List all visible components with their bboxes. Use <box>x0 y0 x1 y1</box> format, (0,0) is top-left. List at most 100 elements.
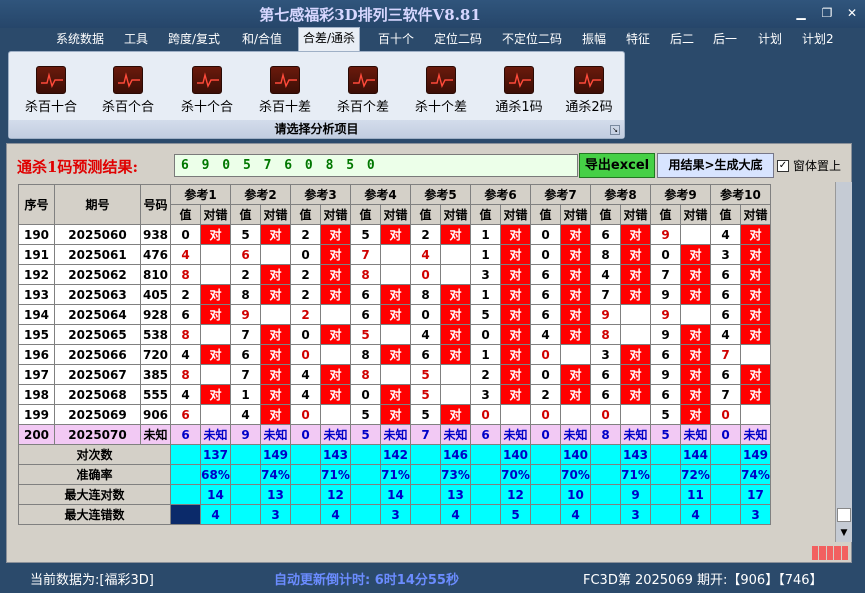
prediction-result-field[interactable]: 6 9 0 5 7 6 0 8 5 0 <box>174 154 578 177</box>
ref-value: 0 <box>290 324 321 345</box>
hit-cell: 对 <box>560 264 591 285</box>
table-row[interactable]: 195 2025065 538 8 7 对 0 对 5 4 对 0 对 4 对 8 9 对 4 对 <box>18 324 771 345</box>
menu-item-10[interactable]: 特征 <box>626 29 650 49</box>
row-number: 405 <box>140 284 171 305</box>
menu-item-2[interactable]: 工具 <box>124 29 148 49</box>
table-row[interactable]: 191 2025061 476 4 6 0 对 7 4 1 对 0 对 8 对 0 对 3 对 <box>18 244 771 265</box>
row-issue: 2025061 <box>54 244 141 265</box>
menu-item-14[interactable]: 计划2 <box>802 29 834 49</box>
ref-value: 5 <box>410 364 441 385</box>
ref-value: 0 <box>650 244 681 265</box>
ribbon-button-4[interactable]: 杀百十差 <box>253 66 317 115</box>
summary-value: 70% <box>560 464 591 485</box>
future-row[interactable]: 200 2025070 未知 6 未知 9 未知 0 未知 5 未知 7 未知 6 未知 0 未知 8 未知 5 未知 0… <box>18 424 771 445</box>
ribbon-button-5[interactable]: 杀百个差 <box>331 66 395 115</box>
ribbon-button-8[interactable]: 通杀2码 <box>557 66 621 115</box>
menu-item-5[interactable]: 合差/通杀 <box>298 27 361 51</box>
ref-value: 6 <box>230 344 261 365</box>
vertical-scrollbar[interactable]: ▼ <box>835 182 852 542</box>
ribbon-button-7[interactable]: 通杀1码 <box>487 66 551 115</box>
ref-value: 6 <box>170 404 201 425</box>
summary-spacer <box>710 444 741 465</box>
ribbon-button-6[interactable]: 杀十个差 <box>409 66 473 115</box>
summary-value: 5 <box>500 504 531 525</box>
summary-spacer <box>590 444 621 465</box>
menu-item-7[interactable]: 定位二码 <box>434 29 482 49</box>
menu-item-11[interactable]: 后二 <box>670 29 694 49</box>
hit-cell: 对 <box>440 324 471 345</box>
export-excel-button[interactable]: 导出excel <box>579 153 655 178</box>
ribbon-button-3[interactable]: 杀十个合 <box>175 66 239 115</box>
dialog-launcher-icon[interactable]: ↘ <box>610 125 620 135</box>
ref-value: 0 <box>710 404 741 425</box>
scroll-down-icon[interactable]: ▼ <box>837 526 851 540</box>
summary-spacer <box>710 484 741 505</box>
header-value: 值 <box>530 204 561 225</box>
generate-base-button[interactable]: 用结果>生成大底 <box>657 153 774 178</box>
table-row[interactable]: 199 2025069 906 6 4 对 0 5 对 5 对 0 0 0 5 对 0 <box>18 404 771 425</box>
miss-cell <box>200 404 231 425</box>
summary-spacer <box>710 504 741 525</box>
ribbon-button-1[interactable]: 杀百十合 <box>19 66 83 115</box>
header-number: 号码 <box>140 184 171 225</box>
ref-value: 8 <box>350 364 381 385</box>
table-row[interactable]: 198 2025068 555 4 对 1 对 4 对 0 对 5 3 对 2 对 6 对 6 对 7 对 <box>18 384 771 405</box>
summary-spacer <box>650 484 681 505</box>
table-row[interactable]: 196 2025066 720 4 对 6 对 0 8 对 6 对 1 对 0 3 对 6 对 7 <box>18 344 771 365</box>
row-issue: 2025068 <box>54 384 141 405</box>
hit-cell: 对 <box>500 344 531 365</box>
row-index: 190 <box>18 224 55 245</box>
table-row[interactable]: 190 2025060 938 0 对 5 对 2 对 5 对 2 对 1 对 0 对 6 对 9 4 对 <box>18 224 771 245</box>
row-issue: 2025062 <box>54 264 141 285</box>
hit-cell: 对 <box>680 364 711 385</box>
header-ref-6: 参考6 <box>470 184 531 205</box>
ribbon-button-label: 杀百十合 <box>24 100 77 115</box>
hit-cell: 对 <box>740 264 771 285</box>
table-row[interactable]: 193 2025063 405 2 对 8 对 2 对 6 对 8 对 1 对 6 对 7 对 9 对 6 对 <box>18 284 771 305</box>
hit-cell: 对 <box>260 264 291 285</box>
ref-value: 0 <box>470 324 501 345</box>
header-result: 对错 <box>620 204 651 225</box>
row-issue: 2025066 <box>54 344 141 365</box>
menu-item-4[interactable]: 和/合值 <box>242 29 282 49</box>
ribbon-button-2[interactable]: 杀百个合 <box>96 66 160 115</box>
header-ref-7: 参考7 <box>530 184 591 205</box>
table-row[interactable]: 192 2025062 810 8 2 对 2 对 8 0 3 对 6 对 4 对 7 对 6 对 <box>18 264 771 285</box>
scroll-thumb[interactable] <box>837 508 851 522</box>
menu-item-6[interactable]: 百十个 <box>378 29 414 49</box>
topmost-checkbox[interactable]: ✓ 窗体置上 <box>777 157 841 174</box>
summary-value: 4 <box>200 504 231 525</box>
header-ref-8: 参考8 <box>590 184 651 205</box>
menu-item-3[interactable]: 跨度/复式 <box>168 29 220 49</box>
hit-cell: 对 <box>260 324 291 345</box>
checkbox-icon[interactable]: ✓ <box>777 159 789 172</box>
restore-icon[interactable]: ❐ <box>818 5 836 21</box>
summary-value: 72% <box>680 464 711 485</box>
ribbon-button-label: 通杀2码 <box>565 100 613 115</box>
hit-cell: 对 <box>560 304 591 325</box>
header-result: 对错 <box>560 204 591 225</box>
menu-item-1[interactable]: 系统数据 <box>56 29 104 49</box>
ref-value: 6 <box>650 384 681 405</box>
summary-spacer <box>290 444 321 465</box>
header-index: 序号 <box>18 184 55 225</box>
summary-value: 142 <box>380 444 411 465</box>
summary-spacer <box>290 484 321 505</box>
table-row[interactable]: 197 2025067 385 8 7 对 4 对 8 5 2 对 0 对 6 对 9 对 6 对 <box>18 364 771 385</box>
issue-info-label: FC3D第 2025069 期开:【906】【746】 <box>583 573 823 588</box>
close-icon[interactable]: ✕ <box>843 5 861 21</box>
hit-cell: 对 <box>440 344 471 365</box>
summary-spacer <box>590 484 621 505</box>
table-row[interactable]: 194 2025064 928 6 对 9 2 6 对 0 对 5 对 6 对 9 9 6 对 <box>18 304 771 325</box>
menu-item-8[interactable]: 不定位二码 <box>502 29 562 49</box>
ref-value: 6 <box>650 344 681 365</box>
minimize-icon[interactable]: ▁ <box>792 5 810 21</box>
menu-item-12[interactable]: 后一 <box>713 29 737 49</box>
summary-row: 准确率 68% 74% 71% 71% 73% 70% 70% 71% 72% 74% <box>18 464 771 485</box>
menu-item-13[interactable]: 计划 <box>758 29 782 49</box>
ref-value: 4 <box>290 364 321 385</box>
row-index: 192 <box>18 264 55 285</box>
hit-cell: 对 <box>320 224 351 245</box>
ref-value: 1 <box>470 344 501 365</box>
menu-item-9[interactable]: 振幅 <box>582 29 606 49</box>
